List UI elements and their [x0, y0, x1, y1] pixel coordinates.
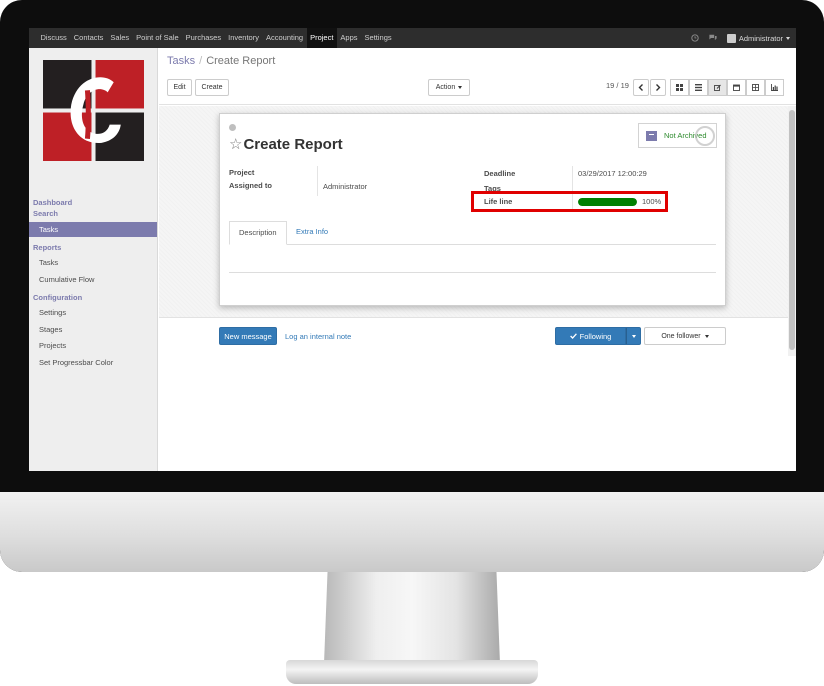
followers-dropdown[interactable]: One follower: [644, 327, 726, 345]
create-button[interactable]: Create: [195, 79, 229, 96]
highlight-box: [471, 191, 668, 212]
nav-item-contacts[interactable]: Contacts: [70, 28, 107, 48]
activity-clock-icon[interactable]: [691, 34, 699, 42]
monitor-stand-base: [286, 660, 538, 684]
nav-item-project[interactable]: Project: [306, 28, 337, 48]
scrollbar[interactable]: [788, 106, 796, 356]
pivot-view-button[interactable]: [746, 79, 765, 96]
project-label: Project: [229, 168, 255, 177]
chevron-left-icon: [638, 84, 643, 91]
tab-extra-info[interactable]: Extra Info: [287, 221, 337, 245]
sidebar: Dashboard Search Tasks Reports Tasks Cum…: [29, 48, 158, 471]
scrollbar-thumb[interactable]: [789, 110, 795, 350]
breadcrumb-current: Create Report: [206, 55, 276, 67]
top-navbar: Discuss Contacts Sales Point of Sale Pur…: [29, 28, 796, 48]
chatter: New message Log an internal note Followi…: [159, 317, 788, 471]
form-sheet: ☆ Create Report Not Archived Project Ass…: [219, 113, 726, 306]
graph-view-button[interactable]: [765, 79, 784, 96]
sidebar-dashboard[interactable]: Dashboard: [33, 198, 72, 207]
check-icon: [569, 333, 577, 339]
calendar-icon: [733, 84, 740, 91]
screen: Discuss Contacts Sales Point of Sale Pur…: [29, 28, 796, 471]
sidebar-item-stages[interactable]: Stages: [29, 322, 157, 337]
archive-toggle-button[interactable]: Not Archived: [638, 123, 717, 148]
control-panel: Tasks / Create Report Edit Create Action…: [159, 48, 796, 105]
systray: Administrator: [691, 28, 790, 48]
breadcrumb-separator: /: [199, 55, 203, 67]
chevron-down-icon: [458, 86, 463, 89]
deadline-value[interactable]: 03/29/2017 12:00:29: [578, 169, 647, 178]
description-divider: [229, 272, 716, 273]
following-button[interactable]: Following: [555, 327, 626, 345]
action-dropdown[interactable]: Action: [428, 79, 470, 96]
chevron-down-icon: [631, 334, 636, 338]
archive-box-icon: [646, 130, 657, 141]
nav-item-inventory[interactable]: Inventory: [225, 28, 263, 48]
deadline-label: Deadline: [484, 169, 516, 178]
bar-chart-icon: [771, 84, 778, 91]
list-icon: [695, 84, 702, 91]
star-icon[interactable]: ☆: [229, 137, 242, 152]
record-title: Create Report: [243, 136, 343, 153]
edit-button[interactable]: Edit: [167, 79, 192, 96]
log-note-link[interactable]: Log an internal note: [285, 332, 351, 341]
field-divider: [317, 166, 318, 196]
user-name: Administrator: [738, 33, 783, 43]
sidebar-search[interactable]: Search: [33, 209, 58, 218]
nav-item-purchases[interactable]: Purchases: [182, 28, 224, 48]
pager-next-button[interactable]: [650, 79, 666, 96]
company-logo: [43, 60, 144, 161]
sidebar-item-progressbar-color[interactable]: Set Progressbar Color: [29, 355, 157, 370]
pager-previous-button[interactable]: [633, 79, 649, 96]
user-menu[interactable]: Administrator: [726, 33, 790, 43]
list-view-button[interactable]: [689, 79, 708, 96]
following-dropdown-button[interactable]: [626, 327, 641, 345]
sidebar-item-tasks[interactable]: Tasks: [29, 222, 157, 237]
avatar: [726, 33, 736, 43]
notebook-tabs: Description Extra Info: [229, 221, 716, 245]
click-indicator: [695, 126, 715, 146]
tab-description[interactable]: Description: [229, 221, 287, 245]
chat-bubbles-icon[interactable]: [708, 34, 718, 42]
following-label: Following: [579, 331, 612, 341]
chevron-down-icon: [786, 36, 790, 40]
followers-label: One follower: [661, 332, 701, 340]
nav-item-settings[interactable]: Settings: [361, 28, 395, 48]
chevron-down-icon: [704, 334, 709, 338]
priority-dot[interactable]: [229, 124, 236, 131]
breadcrumb: Tasks / Create Report: [167, 55, 275, 67]
nav-item-apps[interactable]: Apps: [337, 28, 361, 48]
sidebar-item-settings[interactable]: Settings: [29, 305, 157, 320]
sidebar-item-projects[interactable]: Projects: [29, 338, 157, 353]
chevron-right-icon: [656, 84, 661, 91]
nav-item-accounting[interactable]: Accounting: [262, 28, 306, 48]
pager-value[interactable]: 19 / 19: [606, 81, 629, 90]
breadcrumb-tasks-link[interactable]: Tasks: [167, 55, 195, 67]
sidebar-configuration-header: Configuration: [33, 293, 83, 302]
sidebar-reports-header: Reports: [33, 243, 62, 252]
sidebar-item-cumulative-flow[interactable]: Cumulative Flow: [29, 272, 157, 287]
nav-item-sales[interactable]: Sales: [107, 28, 133, 48]
form-view: ☆ Create Report Not Archived Project Ass…: [159, 106, 788, 317]
app-menu: Discuss Contacts Sales Point of Sale Pur…: [37, 28, 395, 48]
title-row: ☆ Create Report: [229, 136, 343, 153]
nav-item-point-of-sale[interactable]: Point of Sale: [133, 28, 183, 48]
action-label: Action: [435, 84, 456, 91]
calendar-view-button[interactable]: [727, 79, 746, 96]
assigned-to-value[interactable]: Administrator: [323, 182, 367, 191]
sidebar-item-report-tasks[interactable]: Tasks: [29, 255, 157, 270]
edit-form-icon: [714, 84, 721, 91]
form-view-button[interactable]: [708, 79, 727, 96]
new-message-button[interactable]: New message: [219, 327, 277, 345]
table-icon: [752, 84, 759, 91]
kanban-view-button[interactable]: [670, 79, 689, 96]
assigned-to-label: Assigned to: [229, 181, 272, 190]
monitor-chin: [0, 492, 824, 572]
kanban-icon: [676, 84, 683, 91]
monitor-stand: [324, 572, 500, 664]
nav-item-discuss[interactable]: Discuss: [37, 28, 70, 48]
